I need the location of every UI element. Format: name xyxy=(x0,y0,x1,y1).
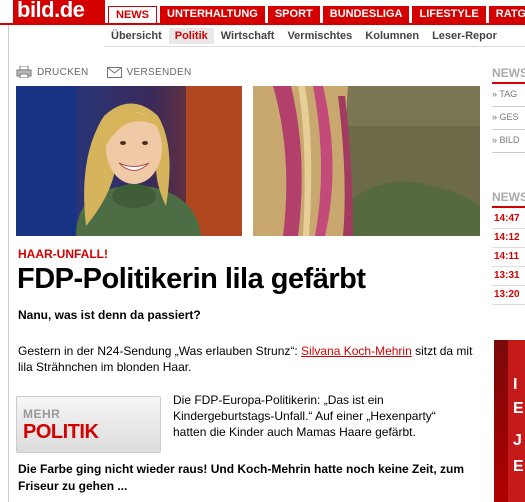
article-paragraph-1: Gestern in der N24-Sendung „Was erlauben… xyxy=(18,343,478,375)
sidebar-rule-2 xyxy=(492,206,525,208)
left-border xyxy=(8,25,9,502)
print-label: DRUCKEN xyxy=(37,66,89,78)
politik-label: POLITIK xyxy=(23,421,99,443)
ticker-item[interactable]: 14:11 xyxy=(492,248,525,267)
article-photo-portrait xyxy=(16,86,242,236)
subnav-item-politik[interactable]: Politik xyxy=(168,28,214,44)
tab-news[interactable]: NEWS xyxy=(108,6,157,24)
article-intro: Nanu, was ist denn da passiert? xyxy=(18,308,201,322)
p1-text-start: Gestern in der N24-Sendung „Was erlauben… xyxy=(18,344,302,358)
ticker-item[interactable]: 14:12 xyxy=(492,229,525,248)
bild-logo[interactable]: bild.de xyxy=(13,0,105,24)
tab-unterhaltung[interactable]: UNTERHALTUNG xyxy=(160,6,265,23)
printer-icon xyxy=(16,66,32,78)
ticker-item[interactable]: 13:20 xyxy=(492,286,525,305)
subnav-item-uebersicht[interactable]: Übersicht xyxy=(105,28,168,44)
sidebar-link-tag[interactable]: » TAG xyxy=(492,84,525,107)
tab-bundesliga[interactable]: BUNDESLIGA xyxy=(322,6,410,23)
silvana-koch-mehrin-link[interactable]: Silvana Koch-Mehrin xyxy=(301,344,412,358)
ticker-item[interactable]: 13:31 xyxy=(492,267,525,286)
article-tools: DRUCKEN VERSENDEN xyxy=(16,66,210,78)
advertisement-banner[interactable]: I E J E xyxy=(494,340,525,502)
tab-lifestyle[interactable]: LIFESTYLE xyxy=(412,6,486,23)
send-label: VERSENDEN xyxy=(126,66,192,78)
article-paragraph-2: Die FDP-Europa-Politikerin: „Das ist ein… xyxy=(173,393,436,439)
ticker-item[interactable]: 14:47 xyxy=(492,210,525,229)
article-paragraph-3: Die Farbe ging nicht wieder raus! Und Ko… xyxy=(18,462,465,493)
main-navigation: NEWS UNTERHALTUNG SPORT BUNDESLIGA LIFES… xyxy=(108,6,525,24)
subnav-item-wirtschaft[interactable]: Wirtschaft xyxy=(215,28,281,44)
subnav-item-kolumnen[interactable]: Kolumnen xyxy=(359,28,425,44)
article-kicker: HAAR-UNFALL! xyxy=(18,247,108,261)
sidebar-links: » TAG » GES » BILD xyxy=(492,84,525,153)
tab-ratgeber[interactable]: RATGE xyxy=(488,6,525,23)
sidebar-news-heading: NEWS xyxy=(492,66,525,80)
subnav-item-leser-reporter[interactable]: Leser-Repor xyxy=(426,28,503,44)
tab-sport[interactable]: SPORT xyxy=(267,6,320,23)
send-button[interactable]: VERSENDEN xyxy=(106,66,192,78)
nav-divider xyxy=(0,23,525,25)
ad-glyph: E xyxy=(513,400,524,417)
ad-glyph: E xyxy=(513,458,524,475)
print-button[interactable]: DRUCKEN xyxy=(16,66,89,78)
sidebar-link-bild[interactable]: » BILD xyxy=(492,130,525,153)
subnav-item-vermischtes[interactable]: Vermischtes xyxy=(281,28,358,44)
sub-navigation: Übersicht Politik Wirtschaft Vermischtes… xyxy=(105,28,504,44)
ad-glyph: J xyxy=(513,432,522,449)
ad-stripe xyxy=(508,340,525,502)
news-ticker: 14:47 14:12 14:11 13:31 13:20 xyxy=(492,210,525,305)
ad-glyph: I xyxy=(513,376,518,393)
mehr-label: MEHR xyxy=(23,407,61,421)
article-photo-hair-closeup xyxy=(253,86,480,236)
sidebar-news-ticker-heading: NEWS xyxy=(492,190,525,204)
mehr-politik-button[interactable]: MEHR POLITIK xyxy=(16,396,161,453)
envelope-icon xyxy=(106,66,122,78)
subnav-divider xyxy=(105,46,525,47)
article-headline: FDP-Politikerin lila gefärbt xyxy=(17,263,366,295)
sidebar-link-ges[interactable]: » GES xyxy=(492,107,525,130)
logo-text: bild.de xyxy=(17,0,85,22)
